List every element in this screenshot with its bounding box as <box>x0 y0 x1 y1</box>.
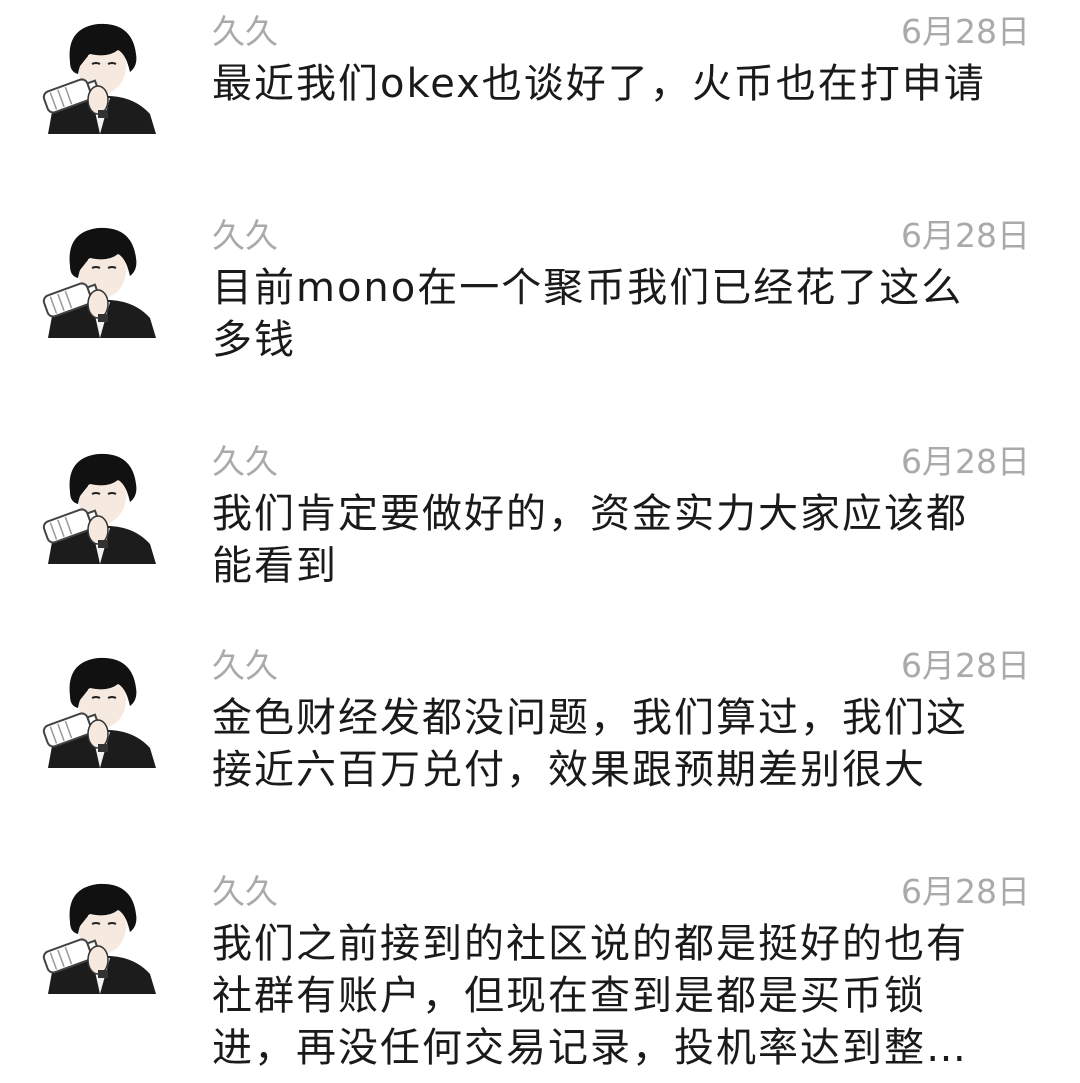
sender-name: 久久 <box>212 12 278 51</box>
message-text-line: 我们肯定要做好的，资金实力大家应该都 <box>212 491 968 537</box>
message-text: 金色财经发都没问题，我们算过，我们这 接近六百万兑付，效果跟预期差别很大 <box>212 692 1012 796</box>
avatar[interactable] <box>40 14 160 134</box>
message-text: 目前mono在一个聚币我们已经花了这么 多钱 <box>212 262 1012 366</box>
avatar[interactable] <box>40 874 160 994</box>
sender-name: 久久 <box>212 646 278 685</box>
avatar[interactable] <box>40 648 160 768</box>
message-text-line: 进，再没任何交易记录，投机率达到整… <box>212 1025 968 1071</box>
message-text: 最近我们okex也谈好了，火币也在打申请 <box>212 58 1012 110</box>
message-text-line: 能看到 <box>212 543 338 589</box>
message-item[interactable]: 久久 6月28日 最近我们okex也谈好了，火币也在打申请 <box>0 12 1080 214</box>
message-text-line: 我们之前接到的社区说的都是挺好的也有 <box>212 921 968 967</box>
avatar[interactable] <box>40 218 160 338</box>
message-text-line: 目前mono在一个聚币我们已经花了这么 <box>212 265 964 311</box>
avatar-boy-drinking-icon <box>42 453 156 564</box>
avatar-boy-drinking-icon <box>42 883 156 994</box>
sender-name: 久久 <box>212 442 278 481</box>
message-time: 6月28日 <box>901 216 1030 255</box>
avatar-boy-drinking-icon <box>42 657 156 768</box>
message-time: 6月28日 <box>901 12 1030 51</box>
message-text-line: 社群有账户，但现在查到是都是买币锁 <box>212 973 926 1019</box>
avatar-boy-drinking-icon <box>42 227 156 338</box>
message-text-line: 金色财经发都没问题，我们算过，我们这 <box>212 695 968 741</box>
sender-name: 久久 <box>212 872 278 911</box>
message-text: 我们肯定要做好的，资金实力大家应该都 能看到 <box>212 488 1012 592</box>
message-time: 6月28日 <box>901 872 1030 911</box>
avatar[interactable] <box>40 444 160 564</box>
message-text-line: 最近我们okex也谈好了，火币也在打申请 <box>212 61 986 107</box>
avatar-boy-drinking-icon <box>42 23 156 134</box>
message-item[interactable]: 久久 6月28日 我们之前接到的社区说的都是挺好的也有 社群有账户，但现在查到是都… <box>0 872 1080 1074</box>
sender-name: 久久 <box>212 216 278 255</box>
message-text: 我们之前接到的社区说的都是挺好的也有 社群有账户，但现在查到是都是买币锁 进，再没任… <box>212 918 1012 1074</box>
message-item[interactable]: 久久 6月28日 我们肯定要做好的，资金实力大家应该都 能看到 <box>0 442 1080 644</box>
message-text-line: 多钱 <box>212 317 296 363</box>
message-text-line: 接近六百万兑付，效果跟预期差别很大 <box>212 747 926 793</box>
message-time: 6月28日 <box>901 442 1030 481</box>
message-time: 6月28日 <box>901 646 1030 685</box>
message-item[interactable]: 久久 6月28日 金色财经发都没问题，我们算过，我们这 接近六百万兑付，效果跟预期… <box>0 646 1080 848</box>
message-item[interactable]: 久久 6月28日 目前mono在一个聚币我们已经花了这么 多钱 <box>0 216 1080 418</box>
message-list: 久久 6月28日 最近我们okex也谈好了，火币也在打申请 久久 6月28日 目… <box>0 0 1080 1083</box>
